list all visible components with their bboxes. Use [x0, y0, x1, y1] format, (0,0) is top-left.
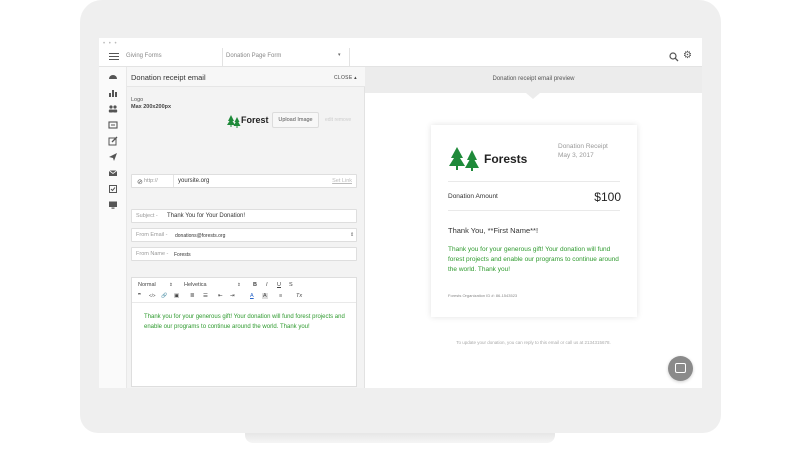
format-select[interactable]: Normal: [138, 282, 156, 288]
outdent-icon[interactable]: ⇥: [230, 293, 235, 299]
bullet-list-icon[interactable]: ☰: [203, 293, 208, 299]
logo-label: Logo: [131, 97, 144, 103]
monitor-icon[interactable]: [108, 200, 118, 210]
amount-value: $100: [594, 190, 621, 204]
set-link-button[interactable]: Set Link: [332, 178, 352, 184]
from-email-select[interactable]: donations@forests.org: [175, 233, 225, 239]
top-bar: • • • Giving Forms Donation Page Form ▾ …: [99, 38, 702, 67]
receipt-title: Donation Receipt: [558, 143, 608, 150]
logo-preview-text: Forest: [241, 115, 269, 125]
ordered-list-icon[interactable]: ≣: [190, 293, 195, 299]
from-name-field[interactable]: From Name - Forests: [131, 247, 357, 261]
preview-header-notch: [526, 93, 540, 99]
logo-label-group: Logo Max 200x200px: [131, 97, 171, 111]
code-icon[interactable]: </>: [149, 293, 156, 298]
subject-field[interactable]: Subject - Thank You for Your Donation!: [131, 209, 357, 223]
tree-logo-icon: [227, 115, 241, 128]
chat-icon: [675, 363, 686, 373]
dashboard-icon[interactable]: [108, 72, 118, 82]
editor-toolbar-row-2: ❞ </> 🔗 ▣ ≣ ☰ ⇤ ⇥ A A ≡ Tx: [132, 291, 356, 301]
sidebar: [99, 67, 127, 388]
rich-text-editor: Normal ⇕ Helvetica ⇕ B I U S ❞ </> 🔗 ▣ ≣…: [131, 277, 357, 387]
logo-link-field[interactable]: ⊘ http:// yoursite.org Set Link: [131, 174, 357, 188]
app-screen: • • • Giving Forms Donation Page Form ▾ …: [99, 38, 702, 388]
chat-button[interactable]: [668, 356, 693, 381]
edit-icon[interactable]: [108, 136, 118, 146]
editor-body[interactable]: Thank you for your generous gift! Your d…: [144, 312, 349, 332]
strikethrough-button[interactable]: S: [289, 282, 293, 288]
upload-image-button[interactable]: Upload Image: [272, 112, 319, 128]
preview-logo-text: Forests: [484, 152, 528, 166]
link-icon[interactable]: 🔗: [161, 293, 167, 299]
chevron-updown-icon[interactable]: ⇕: [237, 282, 241, 288]
panel-title: Donation receipt email: [131, 73, 206, 82]
divider: [222, 48, 223, 66]
divider: [173, 175, 174, 187]
indent-icon[interactable]: ⇤: [218, 293, 223, 299]
search-icon[interactable]: [669, 52, 679, 62]
email-preview-panel: Donation receipt email preview Forests D…: [365, 67, 702, 388]
tree-logo-icon: [449, 147, 479, 171]
app-title: Giving Forms: [126, 53, 162, 59]
preview-header: Donation receipt email preview: [365, 67, 702, 93]
divider: [132, 302, 356, 303]
url-input[interactable]: yoursite.org: [178, 178, 209, 184]
quote-icon[interactable]: ❞: [138, 293, 141, 299]
receipt-email-card: Forests Donation Receipt May 3, 2017 Don…: [431, 125, 637, 317]
chevron-updown-icon[interactable]: ⇕: [169, 282, 173, 288]
device-base: [245, 433, 555, 443]
gear-icon[interactable]: ⚙: [683, 51, 692, 61]
divider: [349, 48, 350, 66]
divider: [448, 210, 620, 211]
chevron-updown-icon[interactable]: ⇕: [350, 232, 354, 238]
org-footer: Forests Organization ID #: 86-1543523: [448, 293, 518, 298]
receipt-settings-panel: Donation receipt email CLOSE ▴ Logo Max …: [127, 67, 365, 388]
from-email-label: From Email -: [136, 232, 168, 238]
url-prefix: http://: [144, 178, 158, 184]
editor-toolbar-row-1: Normal ⇕ Helvetica ⇕ B I U S: [132, 280, 356, 290]
logo-size-hint: Max 200x200px: [131, 104, 172, 110]
subject-input[interactable]: Thank You for Your Donation!: [167, 213, 245, 219]
checklist-icon[interactable]: [108, 184, 118, 194]
users-icon[interactable]: [108, 104, 118, 114]
mail-icon[interactable]: [108, 168, 118, 178]
form-select[interactable]: Donation Page Form: [226, 53, 344, 59]
underline-button[interactable]: U: [277, 282, 281, 288]
bold-button[interactable]: B: [253, 282, 257, 288]
chevron-down-icon[interactable]: ▾: [338, 52, 341, 58]
divider: [448, 181, 620, 182]
chart-icon[interactable]: [108, 88, 118, 98]
text-color-icon[interactable]: A: [250, 293, 254, 299]
message-text: Thank you for your generous gift! Your d…: [448, 246, 619, 273]
from-name-label: From Name -: [136, 251, 169, 257]
greeting-text: Thank You, **First Name**!: [448, 226, 539, 235]
from-email-field[interactable]: From Email - donations@forests.org ⇕: [131, 228, 357, 242]
highlight-icon[interactable]: A: [262, 293, 268, 299]
receipt-heading: Donation Receipt May 3, 2017: [558, 142, 608, 160]
send-icon[interactable]: [108, 152, 118, 162]
subject-label: Subject -: [136, 213, 158, 219]
preview-footnote: To update your donation, you can reply t…: [456, 340, 611, 345]
image-icon[interactable]: ▣: [174, 293, 179, 299]
panel-header: Donation receipt email CLOSE ▴: [127, 67, 365, 87]
window-dots: • • •: [103, 41, 118, 47]
logo-actions[interactable]: edit remove: [325, 117, 351, 123]
font-select[interactable]: Helvetica: [184, 282, 207, 288]
link-icon: ⊘: [137, 179, 143, 186]
close-button[interactable]: CLOSE ▴: [334, 75, 357, 81]
align-icon[interactable]: ≡: [279, 293, 282, 299]
amount-label: Donation Amount: [448, 193, 498, 200]
receipt-icon[interactable]: [108, 120, 118, 130]
italic-button[interactable]: I: [266, 282, 268, 288]
receipt-date: May 3, 2017: [558, 152, 594, 159]
from-name-input[interactable]: Forests: [174, 252, 191, 258]
menu-icon[interactable]: [109, 53, 119, 60]
clear-format-icon[interactable]: Tx: [296, 293, 302, 299]
